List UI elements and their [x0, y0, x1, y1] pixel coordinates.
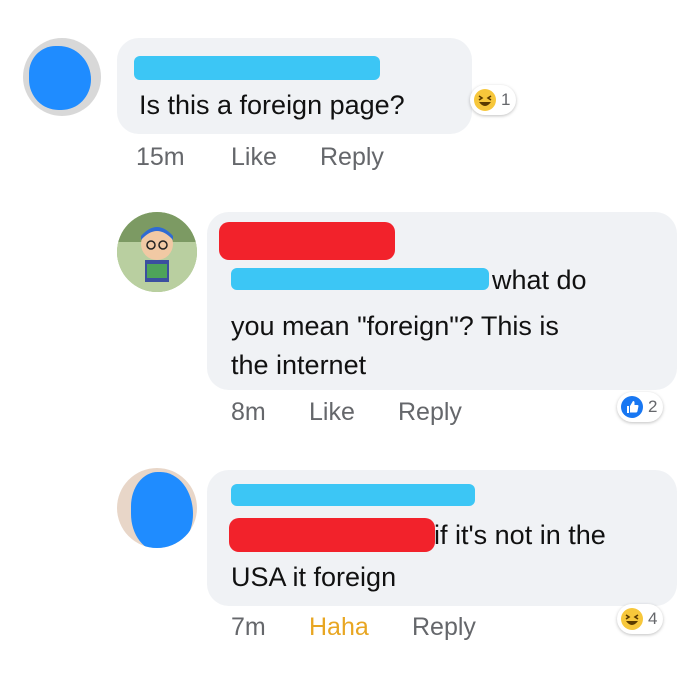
author-name-redaction [219, 222, 395, 260]
reaction-count: 1 [501, 90, 511, 109]
reply-button[interactable]: Reply [412, 613, 476, 642]
comment-text: USA it foreign [231, 562, 397, 592]
timestamp[interactable]: 15m [136, 143, 185, 172]
mention-redaction [229, 518, 435, 552]
reaction-badge[interactable]: 2 [617, 392, 664, 422]
comment-bubble[interactable]: what do you mean "foreign"? This is the … [207, 212, 677, 390]
avatar-redaction [131, 472, 193, 548]
avatar-image [117, 212, 197, 292]
reaction-badge[interactable]: 1 [470, 85, 517, 115]
reaction-badge[interactable]: 4 [617, 604, 664, 634]
comment-text-line1: what do [492, 265, 587, 295]
comment-text: Is this a foreign page? [139, 90, 405, 120]
mention-redaction [231, 268, 489, 290]
author-name-redaction [231, 484, 475, 506]
author-name-redaction [134, 56, 380, 80]
comment-text-line1: if it's not in the [434, 520, 606, 550]
comment-bubble[interactable]: if it's not in the USA it foreign [207, 470, 677, 606]
reaction-count: 4 [648, 609, 658, 628]
comment-bubble[interactable]: Is this a foreign page? [117, 38, 472, 134]
haha-icon [621, 608, 643, 630]
avatar-redaction [29, 46, 91, 110]
like-button[interactable]: Like [309, 398, 355, 427]
haha-reaction-button[interactable]: Haha [309, 613, 369, 642]
comment-text: you mean "foreign"? This is the internet [231, 311, 559, 380]
avatar[interactable] [117, 468, 197, 548]
like-icon [621, 396, 643, 418]
reaction-count: 2 [648, 397, 658, 416]
haha-icon [474, 89, 496, 111]
avatar[interactable] [117, 212, 197, 292]
timestamp[interactable]: 7m [231, 613, 266, 642]
like-button[interactable]: Like [231, 143, 277, 172]
avatar[interactable] [23, 38, 101, 116]
reply-button[interactable]: Reply [398, 398, 462, 427]
reply-button[interactable]: Reply [320, 143, 384, 172]
timestamp[interactable]: 8m [231, 398, 266, 427]
